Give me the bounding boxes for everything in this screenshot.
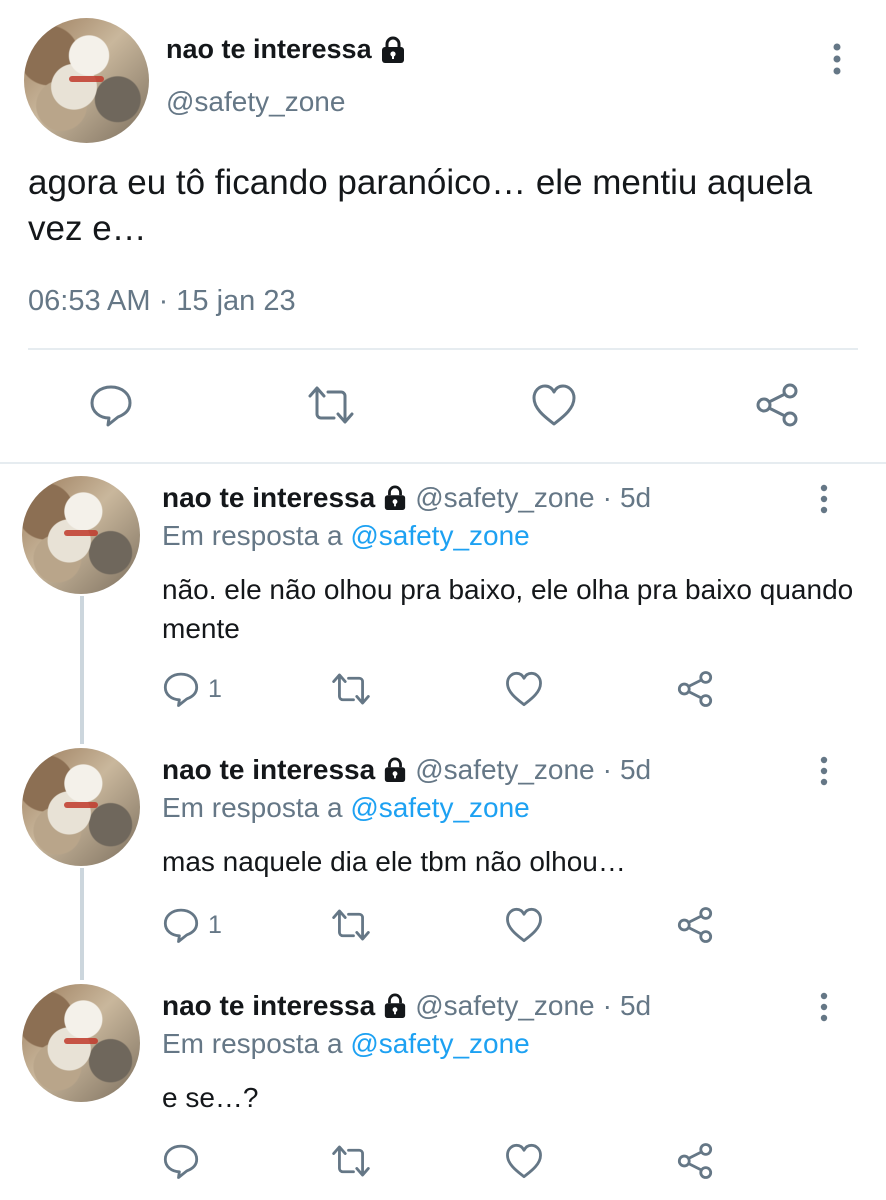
divider bbox=[28, 348, 858, 350]
reply-header: nao te interessa @safety_zone · 5d bbox=[162, 754, 651, 786]
like-icon[interactable] bbox=[530, 382, 578, 428]
tweet-age: 5d bbox=[619, 754, 652, 785]
reply-header: nao te interessa @safety_zone · 5d bbox=[162, 990, 651, 1022]
retweet-icon[interactable] bbox=[330, 906, 372, 944]
reply-button[interactable]: 1 bbox=[162, 670, 222, 708]
author-name[interactable]: nao te interessa bbox=[166, 34, 372, 65]
tweet-timestamp: 06:53 AM · 15 jan 23 bbox=[28, 285, 296, 317]
reply-to-label: Em resposta a bbox=[162, 1028, 343, 1059]
more-vertical-icon[interactable] bbox=[830, 42, 844, 76]
tweet-text: não. ele não olhou pra baixo, ele olha p… bbox=[162, 574, 854, 644]
like-icon[interactable] bbox=[504, 1142, 544, 1180]
tweet-age: 5d bbox=[619, 482, 652, 513]
avatar[interactable] bbox=[22, 476, 140, 594]
tweet-text: e se…? bbox=[162, 1082, 259, 1113]
separator: · bbox=[602, 482, 612, 513]
reply-to-label: Em resposta a bbox=[162, 792, 343, 823]
share-icon[interactable] bbox=[676, 670, 714, 708]
author-name-row: nao te interessa bbox=[166, 34, 406, 65]
reply-icon bbox=[162, 906, 200, 944]
lock-icon bbox=[383, 993, 407, 1019]
author-name[interactable]: nao te interessa bbox=[162, 990, 375, 1022]
like-icon[interactable] bbox=[504, 906, 544, 944]
action-bar bbox=[0, 382, 886, 428]
mention-link[interactable]: @safety_zone bbox=[350, 792, 529, 823]
reply-context: Em resposta a @safety_zone bbox=[162, 1028, 530, 1060]
reply-icon bbox=[162, 670, 200, 708]
separator: · bbox=[602, 990, 612, 1021]
share-icon[interactable] bbox=[676, 1142, 714, 1180]
tweet-text: mas naquele dia ele tbm não olhou… bbox=[162, 846, 626, 877]
reply-count: 1 bbox=[208, 910, 222, 939]
retweet-icon[interactable] bbox=[330, 670, 372, 708]
lock-icon bbox=[383, 757, 407, 783]
reply-icon[interactable] bbox=[88, 382, 134, 428]
more-vertical-icon[interactable] bbox=[818, 756, 830, 786]
divider bbox=[0, 462, 886, 464]
reply-context: Em resposta a @safety_zone bbox=[162, 520, 530, 552]
share-icon[interactable] bbox=[676, 906, 714, 944]
action-bar: 1 bbox=[0, 906, 886, 946]
author-handle[interactable]: @safety_zone bbox=[415, 990, 594, 1022]
author-name[interactable]: nao te interessa bbox=[162, 482, 375, 514]
mention-link[interactable]: @safety_zone bbox=[350, 1028, 529, 1059]
author-name[interactable]: nao te interessa bbox=[162, 754, 375, 786]
author-handle[interactable]: @safety_zone bbox=[166, 86, 345, 118]
more-vertical-icon[interactable] bbox=[818, 484, 830, 514]
like-icon[interactable] bbox=[504, 670, 544, 708]
more-vertical-icon[interactable] bbox=[818, 992, 830, 1022]
tweet-age: 5d bbox=[619, 990, 652, 1021]
retweet-icon[interactable] bbox=[306, 382, 356, 428]
mention-link[interactable]: @safety_zone bbox=[350, 520, 529, 551]
avatar[interactable] bbox=[22, 748, 140, 866]
reply-icon bbox=[162, 1142, 200, 1180]
action-bar bbox=[0, 1142, 886, 1182]
reply-to-label: Em resposta a bbox=[162, 520, 343, 551]
avatar[interactable] bbox=[24, 18, 149, 143]
tweet-text: agora eu tô ficando paranóico… ele menti… bbox=[28, 163, 813, 248]
avatar[interactable] bbox=[22, 984, 140, 1102]
author-handle[interactable]: @safety_zone bbox=[415, 754, 594, 786]
author-handle[interactable]: @safety_zone bbox=[415, 482, 594, 514]
reply-button[interactable]: 1 bbox=[162, 906, 222, 944]
reply-context: Em resposta a @safety_zone bbox=[162, 792, 530, 824]
action-bar: 1 bbox=[0, 670, 886, 710]
reply-header: nao te interessa @safety_zone · 5d bbox=[162, 482, 651, 514]
reply-count: 1 bbox=[208, 674, 222, 703]
lock-icon bbox=[380, 36, 406, 64]
reply-button[interactable] bbox=[162, 1142, 208, 1180]
share-icon[interactable] bbox=[754, 382, 800, 428]
retweet-icon[interactable] bbox=[330, 1142, 372, 1180]
separator: · bbox=[602, 754, 612, 785]
lock-icon bbox=[383, 485, 407, 511]
